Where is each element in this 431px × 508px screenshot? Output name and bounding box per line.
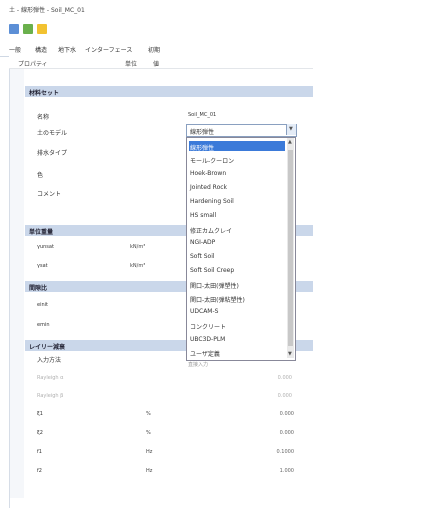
tab-structure[interactable]: 構造	[35, 45, 47, 54]
scroll-down-icon[interactable]: ▼	[288, 351, 292, 357]
dropdown-item[interactable]: 関口-太田(弾粘塑性)	[189, 293, 285, 304]
dropdown-item-label: ユーザ定義	[190, 351, 220, 358]
header-property: プロパティ	[18, 61, 48, 68]
tab-initial[interactable]: 初期	[148, 45, 160, 54]
tab-groundwater[interactable]: 地下水	[58, 45, 76, 54]
dropdown-item-label: 関口-太田(弾粘塑性)	[190, 297, 245, 304]
dropdown-item-label: UDCAM-S	[190, 308, 219, 315]
toolbar	[0, 18, 431, 40]
dropdown-item-label: 関口-太田(弾塑性)	[190, 283, 239, 290]
tab-interface[interactable]: インターフェース	[85, 45, 132, 54]
soil-model-label: 土のモデル	[37, 130, 68, 137]
xi1-unit: %	[146, 411, 151, 417]
table-header: プロパティ 単位 値	[9, 56, 313, 69]
xi1-label: ξ1	[37, 411, 43, 417]
header-unit: 単位	[125, 61, 138, 68]
dropdown-item-label: Jointed Rock	[190, 184, 228, 191]
input-method-label: 入力方法	[37, 357, 62, 364]
f1-value[interactable]: 0.1000	[254, 449, 295, 455]
f2-label: f2	[37, 468, 42, 474]
grid-icon[interactable]	[9, 24, 19, 34]
emin-label: emin	[37, 322, 50, 328]
dropdown-item[interactable]: Jointed Rock	[189, 182, 285, 192]
dropdown-item[interactable]: コンクリート	[189, 320, 285, 331]
dropdown-item-label: モール-クーロン	[190, 158, 235, 165]
dropdown-item-label: HS small	[190, 212, 217, 219]
dropdown-item-label: Hardening Soil	[190, 198, 234, 205]
soil-model-selected: 線形弾性	[190, 129, 215, 136]
dropdown-item[interactable]: NGI-ADP	[189, 237, 285, 247]
dropdown-item-label: 線形弾性	[190, 145, 215, 152]
name-label: 名称	[37, 114, 50, 121]
section-title: 材料セット	[29, 90, 60, 97]
dropdown-item[interactable]: UBC3D-PLM	[189, 334, 285, 344]
f1-label: f1	[37, 449, 42, 455]
chevron-down-icon: ▼	[289, 126, 293, 132]
rayleigh-alpha-label: Rayleigh α	[37, 375, 64, 381]
dropdown-item-label: Soft Soil	[190, 253, 215, 260]
soil-model-dropdown-list: 線形弾性 モール-クーロン Hoek-Brown Jointed Rock Ha…	[186, 137, 296, 361]
yellow-doc-icon[interactable]	[37, 24, 47, 34]
dropdown-item[interactable]: Soft Soil Creep	[189, 265, 285, 275]
rayleigh-alpha-value: 0.000	[277, 375, 292, 381]
dropdown-item[interactable]: ユーザ定義	[189, 347, 285, 358]
f1-unit: Hz	[146, 449, 153, 455]
section-title: 単位重量	[29, 229, 54, 236]
combobox-dropdown-button[interactable]: ▼	[286, 124, 296, 135]
dropdown-item-label: NGI-ADP	[190, 239, 216, 246]
section-title: 間隙比	[29, 285, 48, 292]
gamma-unsat-label: γunsat	[37, 244, 54, 250]
dropdown-item[interactable]: Hardening Soil	[189, 196, 285, 206]
dropdown-item-label: 修正カムクレイ	[190, 228, 233, 235]
dropdown-item-label: コンクリート	[190, 324, 227, 331]
dropdown-item-label: Soft Soil Creep	[190, 267, 235, 274]
dropdown-item[interactable]: 修正カムクレイ	[189, 224, 285, 235]
f2-unit: Hz	[146, 468, 153, 474]
rayleigh-beta-label: Rayleigh β	[37, 393, 64, 399]
color-label: 色	[37, 172, 44, 179]
tab-general[interactable]: 一般	[9, 45, 21, 54]
dropdown-item[interactable]: HS small	[189, 210, 285, 220]
xi2-label: ξ2	[37, 430, 43, 436]
f2-value[interactable]: 1.000	[254, 468, 294, 474]
dropdown-item[interactable]: UDCAM-S	[189, 306, 285, 316]
section-material-set[interactable]: 材料セット	[25, 86, 313, 97]
dropdown-item[interactable]: Hoek-Brown	[189, 168, 285, 178]
window-title: 土 - 線形弾性 - Soil_MC_01	[9, 7, 85, 14]
comment-label: コメント	[37, 191, 62, 198]
soil-model-combobox[interactable]: 線形弾性	[186, 124, 297, 137]
dropdown-item-label: Hoek-Brown	[190, 170, 227, 177]
dropdown-item[interactable]: Soft Soil	[189, 251, 285, 261]
gamma-sat-unit: kN/m³	[130, 263, 146, 269]
xi1-value[interactable]: 0.000	[254, 411, 294, 417]
input-method-value[interactable]: 直接入力	[188, 361, 208, 368]
image-icon[interactable]	[23, 24, 33, 34]
header-value: 値	[153, 61, 160, 68]
dropdown-item-label: UBC3D-PLM	[190, 336, 226, 343]
xi2-value[interactable]: 0.000	[254, 430, 294, 436]
dropdown-item[interactable]: モール-クーロン	[189, 154, 285, 165]
name-value[interactable]: Soil_MC_01	[188, 112, 216, 118]
einit-label: einit	[37, 302, 48, 308]
panel-gutter	[10, 68, 24, 498]
window-titlebar: 土 - 線形弾性 - Soil_MC_01	[0, 0, 431, 16]
tab-bar: 一般 構造 地下水 インターフェース 初期	[0, 42, 431, 57]
drain-type-label: 排水タイプ	[37, 150, 68, 157]
dropdown-item[interactable]: 線形弾性	[189, 141, 285, 152]
gamma-unsat-unit: kN/m³	[130, 244, 146, 250]
scroll-up-icon[interactable]: ▲	[288, 139, 292, 145]
dropdown-scrollbar-thumb[interactable]	[288, 150, 293, 346]
dropdown-item[interactable]: 関口-太田(弾塑性)	[189, 279, 285, 290]
gamma-sat-label: γsat	[37, 263, 48, 269]
xi2-unit: %	[146, 430, 151, 436]
section-title: レイリー減衰	[29, 344, 66, 351]
rayleigh-beta-value: 0.000	[277, 393, 292, 399]
